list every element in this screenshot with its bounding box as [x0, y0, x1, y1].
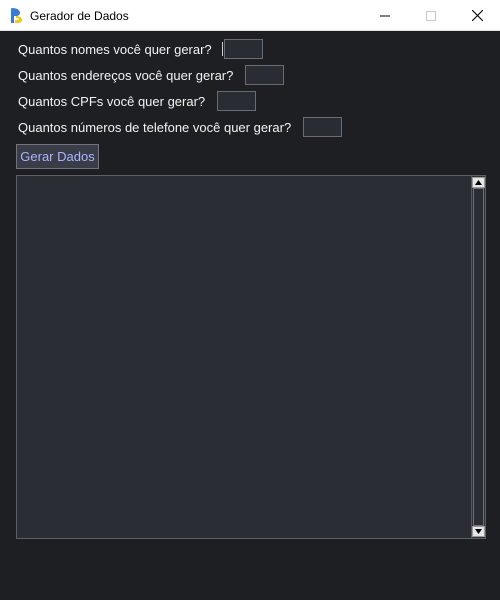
generate-data-button[interactable]: Gerar Dados: [16, 144, 99, 169]
window-title: Gerador de Dados: [30, 9, 129, 23]
cpfs-quantity-input[interactable]: [217, 91, 257, 111]
names-row: Quantos nomes você quer gerar?: [18, 39, 263, 59]
output-scrollbar[interactable]: [471, 176, 485, 538]
cpfs-row: Quantos CPFs você quer gerar?: [18, 91, 257, 111]
close-icon: [471, 10, 483, 21]
arrow-up-icon: [475, 180, 482, 185]
scroll-up-button[interactable]: [472, 177, 485, 188]
addresses-quantity-input[interactable]: [245, 65, 285, 85]
names-quantity-input[interactable]: [223, 39, 263, 59]
scroll-thumb[interactable]: [473, 188, 484, 526]
maximize-button[interactable]: [408, 0, 454, 31]
maximize-icon: [426, 10, 436, 21]
scroll-down-button[interactable]: [472, 526, 485, 537]
text-cursor: [222, 42, 223, 56]
cpfs-label: Quantos CPFs você quer gerar?: [18, 93, 206, 109]
output-text-area[interactable]: [16, 175, 486, 539]
python-feather-icon: [11, 8, 22, 23]
phones-label: Quantos números de telefone você quer ge…: [18, 119, 292, 135]
addresses-row: Quantos endereços você quer gerar?: [18, 65, 285, 85]
close-button[interactable]: [454, 0, 500, 31]
phones-row: Quantos números de telefone você quer ge…: [18, 117, 343, 137]
arrow-down-icon: [475, 529, 482, 534]
names-label: Quantos nomes você quer gerar?: [18, 41, 212, 57]
phones-quantity-input[interactable]: [303, 117, 343, 137]
addresses-label: Quantos endereços você quer gerar?: [18, 67, 234, 83]
minimize-button[interactable]: [362, 0, 408, 31]
window-title-bar[interactable]: Gerador de Dados: [0, 0, 500, 31]
minimize-icon: [380, 15, 390, 16]
